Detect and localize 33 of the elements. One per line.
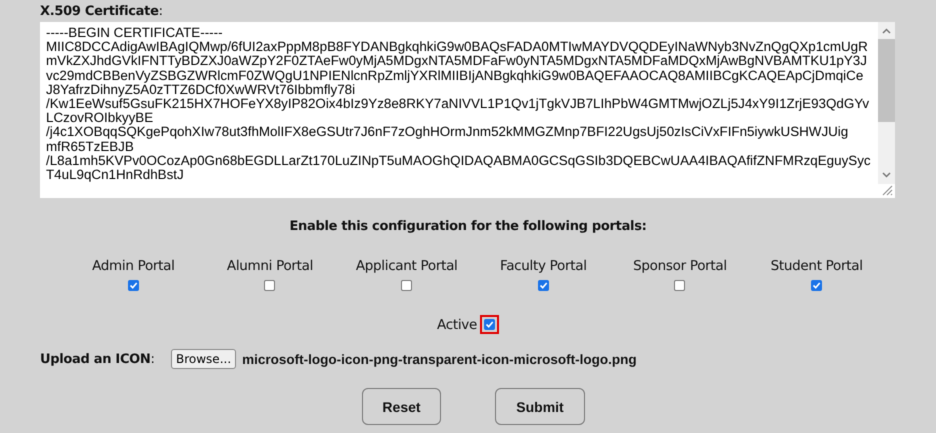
- reset-button[interactable]: Reset: [362, 388, 441, 425]
- portal-label: Student Portal: [770, 258, 863, 274]
- checkbox[interactable]: [674, 280, 686, 291]
- scroll-thumb[interactable]: [878, 39, 895, 122]
- portal-label: Admin Portal: [92, 258, 175, 274]
- submit-button[interactable]: Submit: [495, 388, 585, 425]
- scroll-down-icon[interactable]: [882, 172, 891, 178]
- check-icon: [812, 281, 822, 290]
- checkbox[interactable]: [264, 280, 276, 291]
- portal-label: Faculty Portal: [500, 258, 587, 274]
- check-icon: [484, 320, 494, 329]
- browse-button[interactable]: Browse...: [171, 349, 236, 369]
- file-name: microsoft-logo-icon-png-transparent-icon-microsoft-logo.png: [242, 352, 637, 366]
- checkbox[interactable]: [128, 280, 139, 291]
- certificate-label: X.509 Certificate: [40, 4, 159, 19]
- portals-heading: Enable this configuration for the following portals:: [288, 219, 648, 234]
- portal-label: Applicant Portal: [356, 258, 458, 274]
- check-icon: [128, 281, 138, 290]
- certificate-field[interactable]: -----BEGIN CERTIFICATE----- MIIC8DCCAdigAwIBAgIQMwp/6fUI2axPppM8pB8FYDANBgkqhkiG9w0BAQsFADA0MTIwMAYDVQQDEyINaWNyb3NvZnQgQXp1cmUgR mVkZXJhdGVkIFNTTyBDZXJ0aWZpY2F0ZTAeFw0yMjA5MDgxNTA5MDFaFw0yNTA5MDgxNTA5MDFaMDQxMjAwBgNVBAMTKU1pY3J vc29mdCBBenVyZSBGZWRlcmF0ZWQgU1NPIENlcnRpZmljYXRlMIIBIjANBgkqhkiG9w0BAQEFAAOCAQ8AMIIBCgKCAQEApCjDmqiCe J8YafrzDihnyZ5A0zTTZ6DCf0XwWRVt76Ibbmfly78i /Kw1EeWsuf5GsuFK215HX7HOFeYX8yIP82Oix4bIz9Yz8e8RKY7aNIVVL1P1Qv1jTgkVJB7LIhPbW4GMTMwjOZLj5J4xY9I1ZrjE93QdGYv LCzovROIbkyyBE /j4c1XOBqqSQKgePqohXIw78ut3fhMolIFX8eGSUtr7J6nF7zOghHOrmJnm52kMMGZMnp7BFI22UgsUj50zIsCiVxFIFn5iywkUSHWJUig mfR65TzEBJB /L8a1mh5KVPv0OCozAp0Gn68bEGDLLarZt170LuZINpT5uMAOGhQIDAQABMA0GCSqGSIb3DQEBCwUAA4IBAQAfifZNFMRzqEguySyc T4uL9qCn1HnRdhBstJ: [40, 22, 895, 198]
- scrollbar[interactable]: [878, 22, 895, 184]
- checkbox[interactable]: [538, 280, 549, 291]
- checkbox[interactable]: [401, 280, 412, 291]
- portal-label: Alumni Portal: [226, 258, 314, 274]
- portal-label: Sponsor Portal: [633, 258, 727, 274]
- active-checkbox[interactable]: [480, 315, 499, 334]
- scroll-up-icon[interactable]: [882, 28, 891, 34]
- check-icon: [538, 281, 548, 290]
- checkbox[interactable]: [811, 280, 822, 291]
- colon: :: [150, 352, 155, 366]
- resize-grip-icon[interactable]: [882, 185, 893, 196]
- upload-label: Upload an ICON: [40, 352, 151, 366]
- active-label: Active: [437, 316, 477, 332]
- colon: :: [158, 4, 163, 19]
